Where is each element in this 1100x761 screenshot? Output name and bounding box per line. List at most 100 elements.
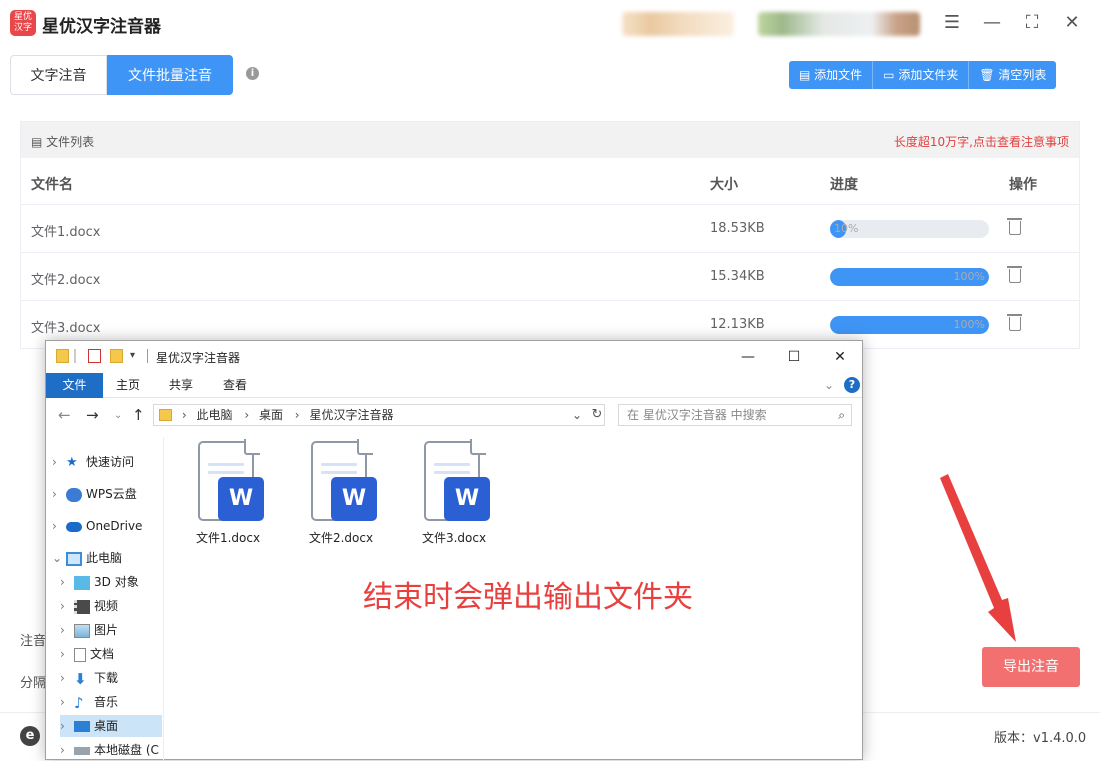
close-icon[interactable]: ✕ — [1061, 12, 1083, 34]
nav-item-local-disk[interactable]: › 本地磁盘 (C — [60, 739, 159, 761]
nav-item-this-pc[interactable]: ⌄ 此电脑 — [52, 547, 122, 569]
add-folder-label: 添加文件夹 — [898, 68, 959, 82]
search-icon[interactable]: ⌕ — [838, 405, 845, 425]
document-icon — [74, 647, 86, 662]
table-header: 文件名 大小 进度 操作 — [21, 158, 1079, 205]
pinyin-option-label: 注音 — [20, 634, 47, 649]
progress-bar: 10% — [830, 220, 989, 238]
nav-item-documents[interactable]: › 文档 — [60, 643, 114, 665]
add-file-button[interactable]: ▤ 添加文件 — [789, 61, 874, 89]
separator-option-label: 分隔 — [20, 676, 47, 691]
file-name: 文件2.docx — [31, 273, 101, 288]
clear-list-button[interactable]: 🗑 清空列表 — [969, 61, 1057, 89]
minimize-icon[interactable]: — — [981, 12, 1003, 34]
minimize-icon[interactable]: — — [738, 347, 758, 367]
info-icon[interactable]: i — [246, 67, 259, 80]
nav-item-label: 本地磁盘 (C — [94, 743, 159, 757]
quick-access-dropdown-icon[interactable]: ▾ — [130, 349, 143, 363]
maximize-icon[interactable]: ⛶ — [1021, 12, 1043, 34]
expand-ribbon-icon[interactable]: ⌄ — [822, 373, 836, 398]
download-icon: ⬇ — [74, 669, 87, 688]
nav-item-label: 视频 — [94, 599, 119, 613]
properties-icon[interactable] — [88, 349, 101, 363]
blurred-account-info — [758, 12, 920, 36]
file-item[interactable]: W 文件2.docx — [301, 439, 381, 546]
help-icon[interactable]: ? — [844, 377, 860, 393]
ribbon-tab-file[interactable]: 文件 — [46, 373, 103, 398]
file-explorer-window: ▾ 星优汉字注音器 — ☐ ✕ 文件 主页 共享 查看 ⌄ ? ← → ⌄ ↑ … — [45, 340, 863, 760]
version-label: 版本：v1.4.0.0 — [994, 731, 1087, 746]
forward-icon[interactable]: → — [86, 406, 99, 424]
nav-item-downloads[interactable]: › ⬇ 下载 — [60, 667, 118, 689]
nav-item-music[interactable]: › ♪ 音乐 — [60, 691, 118, 713]
ribbon-tab-share[interactable]: 共享 — [167, 373, 195, 398]
trash-icon: 🗑 — [979, 68, 999, 82]
up-icon[interactable]: ↑ — [132, 406, 145, 424]
file-icon: ▤ — [799, 68, 815, 82]
nav-item-pictures[interactable]: › 图片 — [60, 619, 118, 641]
nav-item-label: 下载 — [94, 671, 119, 685]
annotation-arrow — [940, 474, 1016, 642]
address-dropdown-icon[interactable]: ⌄ — [572, 405, 582, 425]
progress-label: 100% — [953, 270, 985, 283]
file-item[interactable]: W 文件1.docx — [188, 439, 268, 546]
nav-item-label: 3D 对象 — [94, 575, 139, 589]
nav-item-3d-objects[interactable]: › 3D 对象 — [60, 571, 139, 593]
search-input[interactable]: 在 星优汉字注音器 中搜索 ⌕ — [618, 404, 852, 426]
onedrive-icon — [66, 521, 82, 532]
file-item[interactable]: W 文件3.docx — [414, 439, 494, 546]
separator — [74, 349, 76, 363]
delete-icon[interactable] — [1007, 266, 1022, 283]
ribbon-tab-view[interactable]: 查看 — [221, 373, 249, 398]
explorer-title-bar: ▾ 星优汉字注音器 — ☐ ✕ — [46, 341, 862, 373]
column-name: 文件名 — [31, 177, 73, 193]
add-file-label: 添加文件 — [814, 68, 863, 82]
blurred-user-info — [622, 12, 734, 36]
column-action: 操作 — [1009, 177, 1037, 193]
breadcrumb-desktop[interactable]: 桌面 — [259, 408, 283, 422]
nav-item-onedrive[interactable]: › OneDrive — [52, 515, 142, 537]
ribbon-tabs: 文件 主页 共享 查看 ⌄ ? — [46, 373, 862, 398]
recent-locations-icon[interactable]: ⌄ — [114, 410, 122, 421]
app-title: 星优汉字注音器 — [42, 17, 161, 37]
video-icon — [74, 599, 90, 614]
folder-icon — [56, 349, 69, 363]
breadcrumb-this-pc[interactable]: 此电脑 — [196, 408, 232, 422]
desktop-icon — [74, 721, 90, 732]
tab-batch-pinyin[interactable]: 文件批量注音 — [107, 55, 233, 95]
file-size: 15.34KB — [710, 269, 765, 284]
back-icon[interactable]: ← — [58, 406, 71, 424]
explorer-window-title: 星优汉字注音器 — [156, 351, 241, 365]
computer-icon — [66, 551, 82, 566]
breadcrumb-separator: › — [181, 408, 187, 422]
nav-item-quick-access[interactable]: › ★ 快速访问 — [52, 451, 134, 473]
file-name: 文件3.docx — [421, 531, 487, 545]
tab-text-pinyin[interactable]: 文字注音 — [10, 55, 107, 95]
nav-item-videos[interactable]: › 视频 — [60, 595, 118, 617]
file-name: 文件1.docx — [31, 225, 101, 240]
length-notice-link[interactable]: 长度超10万字,点击查看注意事项 — [894, 133, 1069, 150]
nav-item-label: 文档 — [90, 647, 115, 661]
breadcrumb-current-folder[interactable]: 星优汉字注音器 — [309, 408, 393, 422]
file-size: 12.13KB — [710, 317, 765, 332]
ribbon-tab-home[interactable]: 主页 — [114, 373, 142, 398]
export-button[interactable]: 导出注音 — [982, 647, 1080, 687]
file-list-header: ▤ 文件列表 长度超10万字,点击查看注意事项 — [21, 122, 1079, 158]
refresh-icon[interactable]: ↻ — [588, 404, 606, 426]
add-folder-button[interactable]: ▭ 添加文件夹 — [873, 61, 970, 89]
delete-icon[interactable] — [1007, 314, 1022, 331]
address-bar[interactable]: › 此电脑 › 桌面 › 星优汉字注音器 ⌄ — [153, 404, 605, 426]
nav-item-label: 图片 — [94, 623, 119, 637]
maximize-icon[interactable]: ☐ — [784, 347, 804, 367]
music-icon: ♪ — [74, 693, 84, 712]
close-icon[interactable]: ✕ — [830, 347, 850, 367]
table-row: 文件1.docx 18.53KB 10% — [21, 205, 1079, 253]
nav-item-desktop[interactable]: › 桌面 — [60, 715, 162, 737]
nav-item-label: WPS云盘 — [86, 487, 137, 501]
nav-item-wps-cloud[interactable]: › WPS云盘 — [52, 483, 137, 505]
file-name: 文件2.docx — [308, 531, 374, 545]
new-folder-icon[interactable] — [110, 349, 123, 363]
delete-icon[interactable] — [1007, 218, 1022, 235]
settings-icon[interactable]: ☰ — [941, 12, 963, 34]
breadcrumb-separator: › — [294, 408, 300, 422]
